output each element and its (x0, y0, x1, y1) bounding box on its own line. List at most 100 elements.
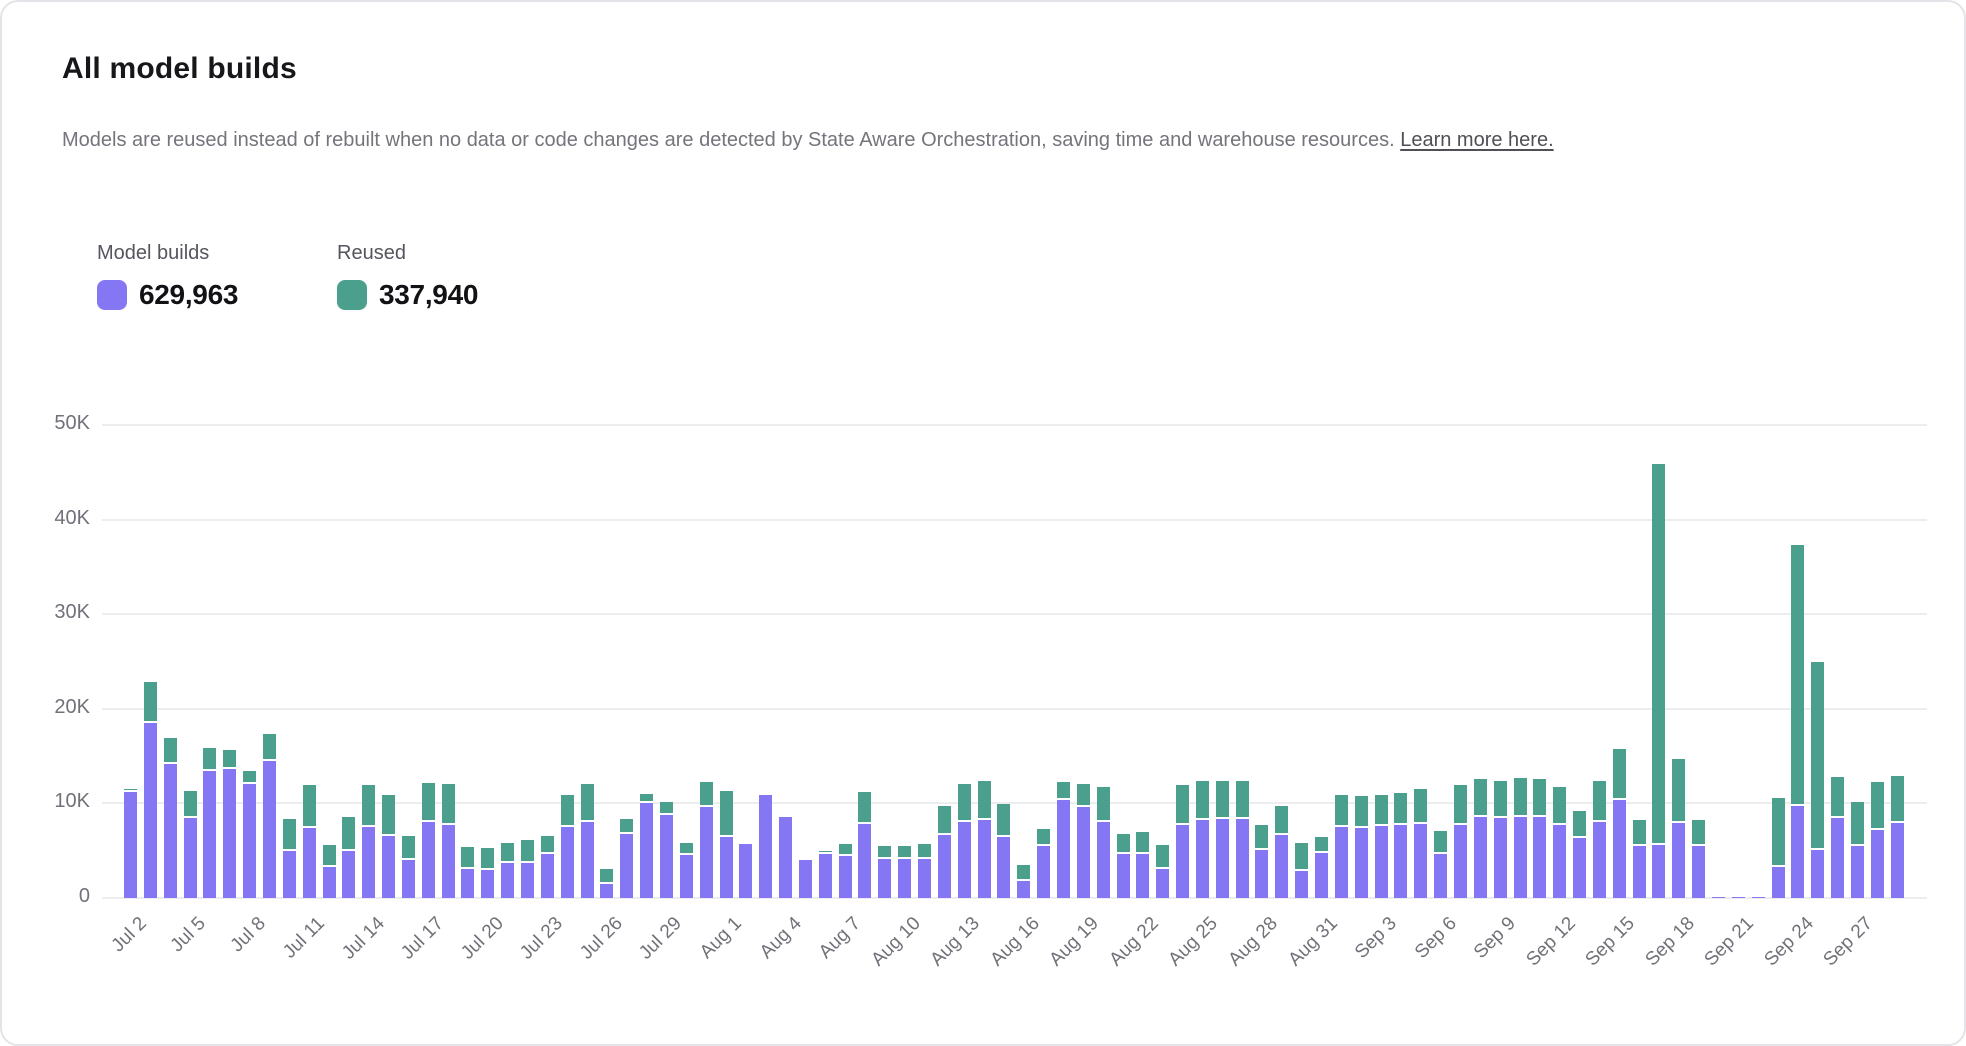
bar-sep-27[interactable] (1851, 802, 1864, 898)
bar-sep-28[interactable] (1871, 782, 1884, 898)
bar-aug-10[interactable] (898, 846, 911, 898)
bar-aug-7[interactable] (839, 844, 852, 898)
bar-aug-4[interactable] (779, 817, 792, 898)
bar-jul-6[interactable] (203, 748, 216, 898)
bar-jul-11[interactable] (303, 785, 316, 898)
bar-jul-23[interactable] (541, 836, 554, 898)
bar-jul-26[interactable] (600, 869, 613, 898)
bar-jul-19[interactable] (461, 847, 474, 898)
bar-aug-6[interactable] (819, 851, 832, 898)
bar-jul-28[interactable] (640, 794, 653, 898)
bar-aug-30[interactable] (1295, 843, 1308, 898)
bar-jul-8[interactable] (243, 771, 256, 898)
bar-aug-14[interactable] (978, 781, 991, 898)
bar-sep-19[interactable] (1692, 820, 1705, 899)
bar-sep-16[interactable] (1633, 820, 1646, 899)
bar-aug-27[interactable] (1236, 781, 1249, 898)
bar-aug-3[interactable] (759, 795, 772, 898)
bar-jul-18[interactable] (442, 784, 455, 898)
bar-aug-28[interactable] (1255, 825, 1268, 898)
bar-jul-10[interactable] (283, 819, 296, 898)
bar-aug-29[interactable] (1275, 806, 1288, 898)
bar-jul-30[interactable] (680, 843, 693, 898)
bar-segment-model-builds (640, 803, 653, 898)
bar-sep-13[interactable] (1573, 811, 1586, 898)
bar-sep-22[interactable] (1752, 897, 1765, 898)
bar-jul-29[interactable] (660, 802, 673, 898)
learn-more-link[interactable]: Learn more here. (1400, 129, 1553, 151)
bar-sep-7[interactable] (1454, 785, 1467, 899)
bar-jul-12[interactable] (323, 845, 336, 898)
bar-segment-model-builds (1037, 846, 1050, 898)
bar-jul-4[interactable] (164, 738, 177, 898)
bar-aug-20[interactable] (1097, 787, 1110, 898)
bar-jul-24[interactable] (561, 795, 574, 898)
bar-sep-11[interactable] (1533, 779, 1546, 898)
bar-jul-9[interactable] (263, 734, 276, 898)
bar-aug-12[interactable] (938, 806, 951, 898)
bar-aug-2[interactable] (739, 844, 752, 898)
bar-jul-17[interactable] (422, 783, 435, 898)
bar-aug-17[interactable] (1037, 829, 1050, 898)
bar-aug-18[interactable] (1057, 782, 1070, 898)
bar-sep-21[interactable] (1732, 897, 1745, 898)
bar-aug-11[interactable] (918, 844, 931, 898)
bar-sep-3[interactable] (1375, 795, 1388, 898)
bar-aug-19[interactable] (1077, 784, 1090, 898)
bar-jul-5[interactable] (184, 791, 197, 898)
bar-aug-15[interactable] (997, 804, 1010, 898)
bar-sep-24[interactable] (1791, 545, 1804, 898)
card: All model builds Models are reused inste… (0, 0, 1966, 1046)
bar-jul-27[interactable] (620, 819, 633, 898)
bar-jul-20[interactable] (481, 848, 494, 898)
bar-jul-14[interactable] (362, 785, 375, 898)
bar-aug-26[interactable] (1216, 781, 1229, 898)
bar-sep-1[interactable] (1335, 795, 1348, 898)
bar-jul-15[interactable] (382, 795, 395, 898)
bar-aug-5[interactable] (799, 860, 812, 898)
bar-jul-25[interactable] (581, 784, 594, 898)
description: Models are reused instead of rebuilt whe… (62, 124, 1872, 157)
bar-sep-5[interactable] (1414, 789, 1427, 898)
bar-aug-31[interactable] (1315, 837, 1328, 898)
bar-sep-15[interactable] (1613, 749, 1626, 898)
bar-segment-reused (1335, 795, 1348, 827)
bar-sep-9[interactable] (1494, 781, 1507, 898)
bar-jul-31[interactable] (700, 782, 713, 898)
bar-jul-7[interactable] (223, 750, 236, 899)
bar-segment-reused (402, 836, 415, 861)
bar-jul-16[interactable] (402, 836, 415, 898)
bar-aug-13[interactable] (958, 784, 971, 898)
bar-sep-17[interactable] (1652, 464, 1665, 898)
bar-aug-9[interactable] (878, 846, 891, 898)
bar-aug-24[interactable] (1176, 785, 1189, 898)
bar-jul-3[interactable] (144, 682, 157, 898)
bar-sep-26[interactable] (1831, 777, 1844, 898)
bar-aug-23[interactable] (1156, 845, 1169, 898)
bar-segment-model-builds (362, 827, 375, 898)
bar-sep-8[interactable] (1474, 779, 1487, 898)
bar-sep-20[interactable] (1712, 897, 1725, 898)
bar-aug-1[interactable] (720, 791, 733, 898)
bar-aug-16[interactable] (1017, 865, 1030, 898)
bar-segment-model-builds (1057, 800, 1070, 898)
bar-sep-29[interactable] (1891, 776, 1904, 898)
bar-sep-18[interactable] (1672, 759, 1685, 898)
bar-segment-reused (144, 682, 157, 723)
bar-sep-6[interactable] (1434, 831, 1447, 898)
bar-sep-14[interactable] (1593, 781, 1606, 898)
bar-jul-2[interactable] (124, 789, 137, 898)
bar-sep-25[interactable] (1811, 662, 1824, 898)
bar-aug-8[interactable] (858, 792, 871, 898)
bar-sep-10[interactable] (1514, 778, 1527, 898)
bar-sep-2[interactable] (1355, 796, 1368, 898)
bar-jul-13[interactable] (342, 817, 355, 898)
bar-jul-22[interactable] (521, 840, 534, 898)
bar-sep-4[interactable] (1394, 793, 1407, 898)
bar-sep-23[interactable] (1772, 798, 1785, 898)
bar-aug-21[interactable] (1117, 834, 1130, 898)
bar-jul-21[interactable] (501, 843, 514, 898)
bar-aug-25[interactable] (1196, 781, 1209, 898)
bar-sep-12[interactable] (1553, 787, 1566, 898)
bar-aug-22[interactable] (1136, 832, 1149, 898)
